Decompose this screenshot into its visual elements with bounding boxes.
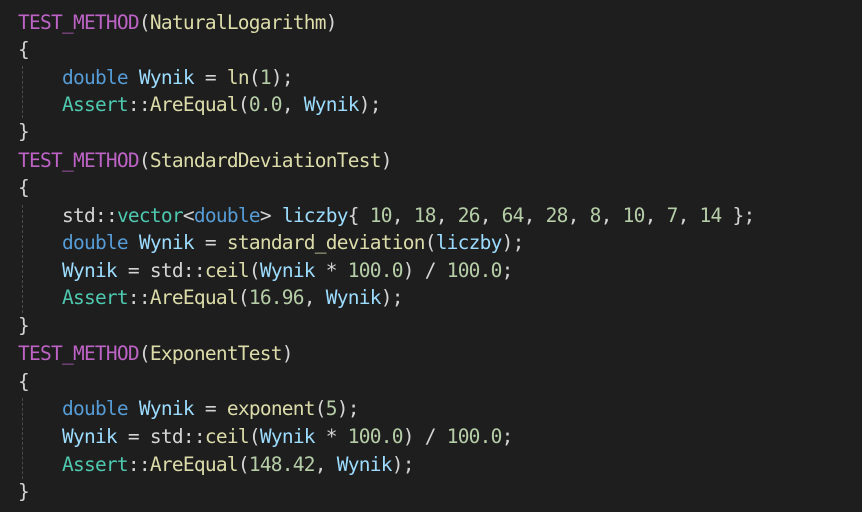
code-line[interactable]: } xyxy=(18,478,30,505)
code-line[interactable]: } xyxy=(18,312,30,339)
test-name-token: StandardDeviationTest xyxy=(149,149,382,172)
macro-token: TEST_METHOD xyxy=(18,11,140,34)
test-name-token: ExponentTest xyxy=(149,342,283,365)
code-line[interactable]: double Wynik = ln(1); xyxy=(18,64,294,91)
code-line[interactable]: Assert::AreEqual(16.96, Wynik); xyxy=(18,284,403,311)
macro-token: TEST_METHOD xyxy=(18,342,140,365)
code-line[interactable]: { xyxy=(18,368,30,395)
code-line[interactable]: Wynik = std::ceil(Wynik * 100.0) / 100.0… xyxy=(18,257,513,284)
code-line[interactable]: TEST_METHOD(ExponentTest) xyxy=(18,340,294,367)
code-line[interactable]: Wynik = std::ceil(Wynik * 100.0) / 100.0… xyxy=(18,423,513,450)
code-line[interactable]: TEST_METHOD(StandardDeviationTest) xyxy=(18,147,392,174)
test-name-token: NaturalLogarithm xyxy=(149,11,327,34)
code-line[interactable]: double Wynik = exponent(5); xyxy=(18,395,360,422)
code-line[interactable]: Assert::AreEqual(148.42, Wynik); xyxy=(18,451,414,478)
code-line[interactable]: { xyxy=(18,174,30,201)
code-line[interactable]: double Wynik = standard_deviation(liczby… xyxy=(18,229,524,256)
code-line[interactable]: TEST_METHOD(NaturalLogarithm) xyxy=(18,9,337,36)
code-line[interactable]: Assert::AreEqual(0.0, Wynik); xyxy=(18,91,382,118)
code-line[interactable]: } xyxy=(18,118,30,145)
code-editor[interactable]: TEST_METHOD(NaturalLogarithm) { double W… xyxy=(0,0,862,512)
code-line[interactable]: std::vector<double> liczby{ 10, 18, 26, … xyxy=(18,202,755,229)
code-line[interactable]: { xyxy=(18,36,30,63)
macro-token: TEST_METHOD xyxy=(18,149,140,172)
